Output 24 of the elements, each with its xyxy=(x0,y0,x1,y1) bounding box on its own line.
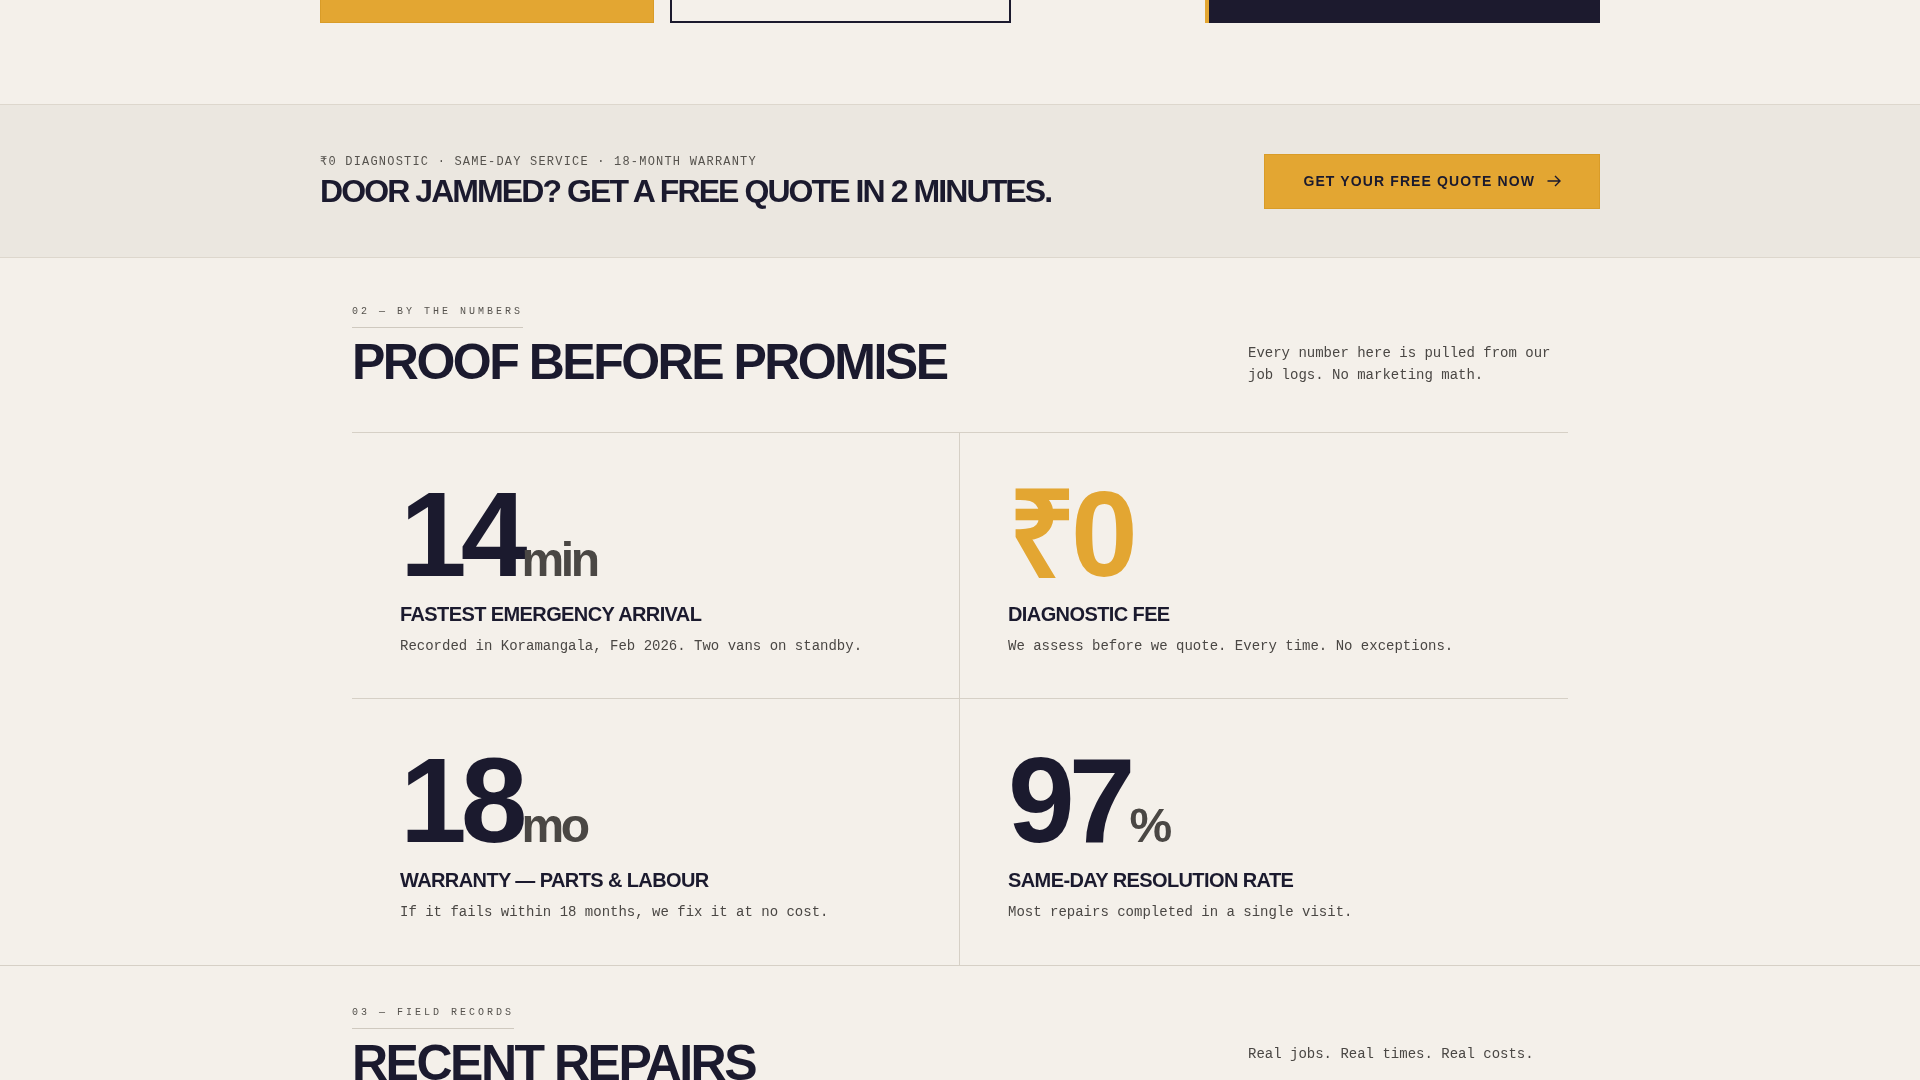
stat-description: Most repairs completed in a single visit. xyxy=(1008,903,1354,922)
section-label: 02 — BY THE NUMBERS xyxy=(352,305,524,328)
stat-description: If it fails within 18 months, we fix it at no cost. xyxy=(400,903,830,922)
stat-description: Recorded in Koramangala, Feb 2026. Two vans on standby. xyxy=(400,637,864,656)
stat-value: ₹0 xyxy=(1008,474,1132,594)
stat-description: We assess before we quote. Every time. No exceptions. xyxy=(1008,637,1455,656)
arrow-icon xyxy=(1547,175,1561,187)
stat-value: 18 xyxy=(400,740,522,860)
section-title: RECENT REPAIRS xyxy=(352,1043,755,1080)
section-intro: Every number here is pulled from our job logs. No marketing math. xyxy=(1248,344,1552,385)
stat-value: 14 xyxy=(400,474,522,594)
banner-headline: DOOR JAMMED? GET A FREE QUOTE IN 2 MINUTES. xyxy=(320,173,1052,209)
stat-value: 97 xyxy=(1008,740,1130,860)
quote-button[interactable]: GET YOUR FREE QUOTE NOW xyxy=(1264,153,1600,209)
section-title: PROOF BEFORE PROMISE xyxy=(352,342,947,382)
stat-label: SAME-DAY RESOLUTION RATE xyxy=(1008,868,1295,892)
stat-label: FASTEST EMERGENCY ARRIVAL xyxy=(400,602,703,626)
stat-label: WARRANTY — PARTS & LABOUR xyxy=(400,868,710,892)
section-intro: Real jobs. Real times. Real costs. xyxy=(1248,1045,1535,1064)
stat-unit: % xyxy=(1129,802,1169,850)
banner-eyebrow: ₹0 DIAGNOSTIC · SAME-DAY SERVICE · 18-MONTH WARRANTY xyxy=(320,153,758,170)
stat-label: DIAGNOSTIC FEE xyxy=(1008,602,1171,626)
section-label: 03 — FIELD RECORDS xyxy=(352,1006,515,1029)
stat-unit: mo xyxy=(521,802,587,850)
